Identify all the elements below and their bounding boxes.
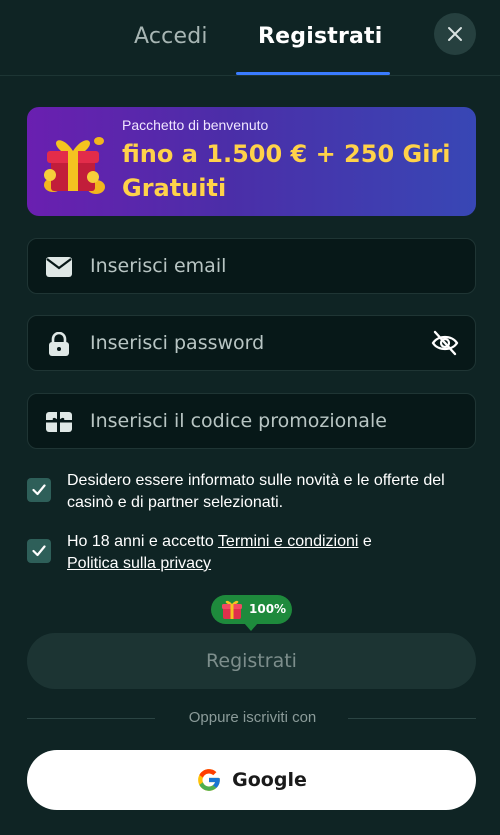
register-button[interactable]: Registrati (27, 633, 476, 689)
gift-card-icon (46, 410, 72, 434)
divider-line (27, 718, 155, 719)
consent-news-row: Desidero essere informato sulle novità e… (27, 470, 476, 516)
check-icon (32, 484, 46, 496)
consent-news-checkbox[interactable] (27, 478, 51, 502)
consent-terms-prefix: Ho 18 anni e accetto (67, 533, 218, 550)
close-icon (448, 27, 462, 41)
auth-tabs: Accedi Registrati (0, 0, 500, 76)
consent-terms-checkbox[interactable] (27, 539, 51, 563)
google-label: Google (232, 769, 307, 791)
consent-terms-text: Ho 18 anni e accetto Termini e condizion… (67, 531, 467, 575)
consent-news-text: Desidero essere informato sulle novità e… (67, 472, 445, 511)
password-field[interactable] (27, 315, 476, 371)
privacy-link[interactable]: Politica sulla privacy (67, 555, 211, 572)
close-button[interactable] (434, 13, 476, 55)
gift-icon (222, 600, 242, 619)
email-input[interactable] (90, 239, 430, 293)
mail-icon (46, 255, 72, 279)
divider-text: Oppure iscriviti con (188, 709, 317, 726)
tab-register[interactable]: Registrati (258, 24, 383, 49)
google-signup-button[interactable]: Google (27, 750, 476, 810)
gift-icon (44, 137, 105, 194)
banner-title: fino a 1.500 € + 250 Giri Gratuiti (122, 140, 451, 202)
eye-off-icon[interactable] (431, 330, 459, 356)
progress-badge: 100% (211, 595, 292, 631)
promo-code-input[interactable] (90, 394, 430, 448)
consent-terms-middle: e (358, 533, 372, 550)
progress-label: 100% (249, 602, 287, 616)
promo-code-field[interactable] (27, 393, 476, 449)
check-icon (32, 545, 46, 557)
terms-link[interactable]: Termini e condizioni (218, 533, 359, 550)
google-icon (198, 769, 220, 791)
banner-subtitle: Pacchetto di benvenuto (122, 117, 269, 133)
email-field[interactable] (27, 238, 476, 294)
welcome-banner[interactable]: Pacchetto di benvenuto fino a 1.500 € + … (27, 107, 476, 216)
tab-login[interactable]: Accedi (134, 24, 208, 49)
lock-icon (46, 332, 72, 356)
active-tab-indicator (236, 72, 390, 75)
consent-terms-row: Ho 18 anni e accetto Termini e condizion… (27, 531, 476, 577)
divider-line (348, 718, 476, 719)
password-input[interactable] (90, 316, 430, 370)
